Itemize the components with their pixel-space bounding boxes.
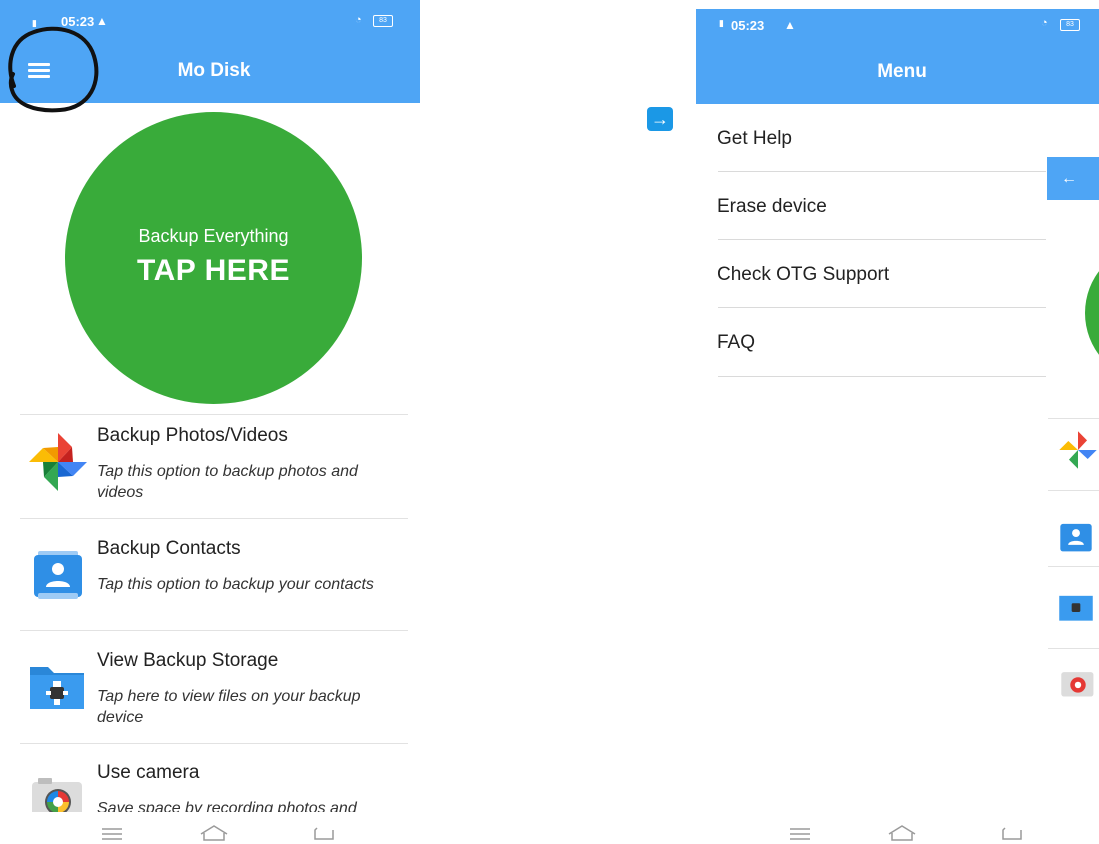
divider bbox=[1048, 648, 1099, 649]
menu-screen: ▮ 05:23 ▲ ◔ 83 Menu Get Help Erase devic… bbox=[696, 0, 1099, 844]
option-title: View Backup Storage bbox=[97, 650, 279, 671]
back-nav-icon[interactable] bbox=[313, 826, 335, 842]
contacts-icon bbox=[34, 551, 82, 599]
battery-icon: 83 bbox=[1060, 19, 1080, 31]
option-description: Tap here to view files on your backup de… bbox=[97, 688, 361, 726]
status-time: 05:23 bbox=[731, 18, 765, 33]
battery-icon: 83 bbox=[373, 15, 393, 27]
tap-here-label: TAP HERE bbox=[137, 254, 290, 287]
divider bbox=[1048, 566, 1099, 567]
divider bbox=[718, 239, 1046, 240]
hand-drawn-circle-annotation bbox=[8, 26, 99, 113]
option-use-camera[interactable]: Use camera Save space by recording photo… bbox=[20, 744, 408, 812]
recent-apps-icon[interactable] bbox=[790, 827, 810, 841]
option-title: Use camera bbox=[97, 762, 200, 783]
option-description: Tap this option to backup your contacts bbox=[97, 576, 374, 593]
wifi-icon: ◔ bbox=[1041, 17, 1048, 29]
option-description: Tap this option to backup photos and vid… bbox=[97, 463, 358, 501]
option-title: Backup Contacts bbox=[97, 538, 241, 559]
divider bbox=[718, 171, 1046, 172]
menu-item-get-help[interactable]: Get Help bbox=[717, 128, 792, 150]
option-view-backup-storage[interactable]: View Backup Storage Tap here to view fil… bbox=[20, 631, 408, 743]
wifi-icon: ◔ bbox=[355, 14, 362, 26]
pinwheel-icon bbox=[1059, 431, 1097, 469]
option-description: Save space by recording photos and bbox=[97, 800, 357, 812]
signal-icon: ▮ bbox=[719, 18, 724, 28]
warning-icon: ▲ bbox=[784, 18, 796, 32]
pinwheel-icon bbox=[29, 433, 87, 491]
camera-icon bbox=[1061, 672, 1094, 697]
camera-icon bbox=[32, 778, 82, 812]
menu-title: Menu bbox=[877, 61, 927, 82]
main-screen: ▮ 05:23 ▲ ◔ 83 Mo Disk Backup Everything… bbox=[0, 0, 420, 844]
menu-item-check-otg-support[interactable]: Check OTG Support bbox=[717, 264, 889, 286]
option-title: Backup Photos/Videos bbox=[97, 425, 288, 446]
back-arrow-icon[interactable]: ← bbox=[1047, 157, 1099, 200]
divider bbox=[1048, 490, 1099, 491]
home-icon[interactable] bbox=[887, 824, 917, 842]
option-backup-photos[interactable]: Backup Photos/Videos Tap this option to … bbox=[20, 415, 408, 518]
divider bbox=[1048, 418, 1099, 419]
backup-everything-button-peek bbox=[1085, 248, 1099, 378]
backup-subtitle: Backup Everything bbox=[138, 226, 289, 246]
home-icon[interactable] bbox=[199, 824, 229, 842]
back-nav-icon[interactable] bbox=[1001, 826, 1023, 842]
arrow-right-icon: → bbox=[647, 107, 673, 131]
usb-folder-icon bbox=[1059, 595, 1093, 621]
usb-folder-icon bbox=[30, 667, 84, 709]
backup-everything-button[interactable]: Backup Everything TAP HERE bbox=[65, 112, 362, 404]
contacts-icon bbox=[1060, 523, 1092, 552]
menu-item-erase-device[interactable]: Erase device bbox=[717, 196, 827, 218]
divider bbox=[718, 307, 1046, 308]
option-backup-contacts[interactable]: Backup Contacts Tap this option to backu… bbox=[20, 519, 408, 630]
recent-apps-icon[interactable] bbox=[102, 827, 122, 841]
menu-item-faq[interactable]: FAQ bbox=[717, 332, 755, 354]
divider bbox=[718, 376, 1046, 377]
